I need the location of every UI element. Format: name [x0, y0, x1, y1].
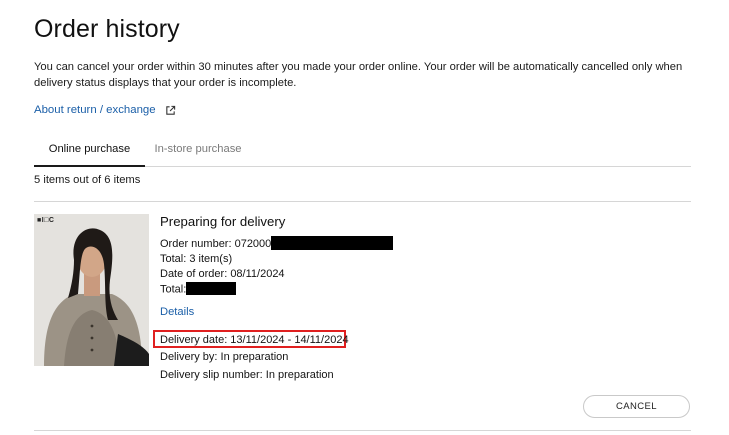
tab-online-purchase[interactable]: Online purchase	[34, 132, 145, 167]
item-count: 5 items out of 6 items	[34, 174, 141, 186]
external-link-icon	[165, 105, 175, 115]
return-exchange-link-label: About return / exchange	[34, 104, 156, 116]
product-photo-illustration	[34, 214, 149, 366]
cancellation-notice: You can cancel your order within 30 minu…	[34, 61, 683, 89]
divider	[34, 201, 691, 202]
return-exchange-link[interactable]: About return / exchange	[34, 104, 176, 116]
divider	[34, 430, 691, 431]
tab-in-store-purchase[interactable]: In-store purchase	[145, 132, 251, 166]
details-link[interactable]: Details	[160, 306, 194, 318]
delivery-date: Delivery date: 13/11/2024 - 14/11/2024	[160, 334, 349, 346]
total-items: Total: 3 item(s)	[160, 253, 233, 265]
order-number-label: Order number: 072000	[160, 237, 272, 250]
page-title: Order history	[34, 15, 180, 43]
order-total-label: Total:	[160, 283, 187, 296]
order-total: Total:	[160, 282, 237, 296]
date-of-order: Date of order: 08/11/2024	[160, 268, 285, 280]
cancel-order-button[interactable]: CANCEL	[583, 395, 690, 418]
product-image[interactable]: ■I□C	[34, 214, 149, 366]
purchase-tabs: Online purchase In-store purchase	[34, 132, 691, 167]
delivery-slip-number: Delivery slip number: In preparation	[160, 369, 334, 381]
redaction-block	[271, 236, 394, 250]
order-status: Preparing for delivery	[160, 214, 286, 229]
product-brand-mark: ■I□C	[37, 217, 55, 224]
delivery-by: Delivery by: In preparation	[160, 351, 289, 363]
redaction-block	[186, 282, 237, 295]
order-number: Order number: 072000	[160, 236, 394, 251]
